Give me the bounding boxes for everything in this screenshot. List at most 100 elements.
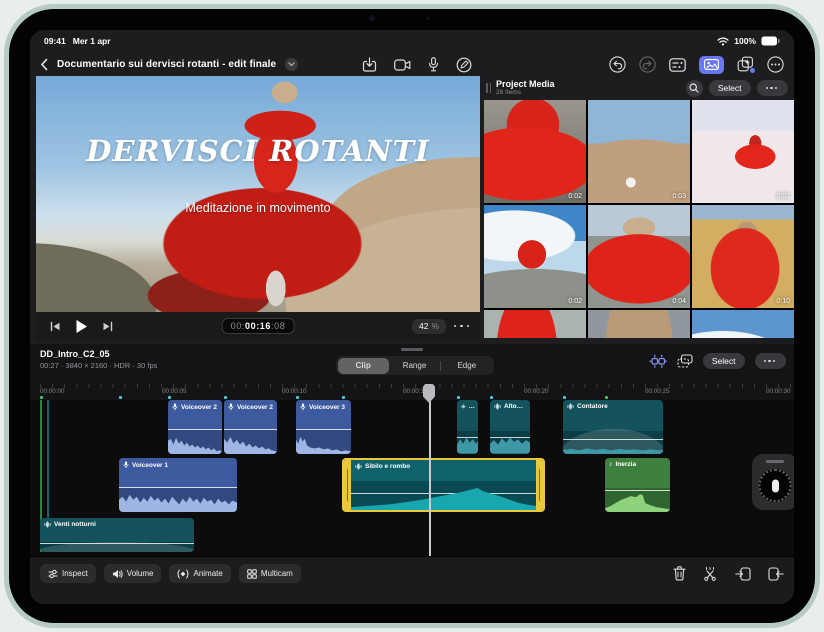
clip-duration: 0:04 bbox=[672, 298, 686, 305]
timecode-seconds: 00:16 bbox=[245, 321, 271, 331]
jog-wheel-dial[interactable] bbox=[759, 469, 792, 502]
viewer-more-button[interactable] bbox=[454, 325, 472, 328]
timeline-clip[interactable]: Voiceover 2 bbox=[168, 400, 222, 454]
media-browser-icon[interactable] bbox=[699, 56, 724, 74]
media-panel-header: Project Media 26 Items Select bbox=[484, 76, 794, 100]
media-item[interactable]: 0:04 bbox=[588, 205, 690, 308]
clip-label: Sibilo e rombo bbox=[365, 463, 410, 470]
title-menu-button[interactable] bbox=[285, 58, 298, 71]
trim-handle-left[interactable] bbox=[344, 460, 351, 510]
export-icon[interactable] bbox=[362, 57, 377, 73]
media-item[interactable]: 0:02 bbox=[484, 100, 586, 203]
clip-label: Voiceover 3 bbox=[309, 404, 345, 411]
ruler-label: 00:00:10 bbox=[282, 388, 307, 395]
transport-bar: 00:00:16:08 42% bbox=[36, 312, 480, 340]
media-item[interactable]: 0:03 bbox=[588, 100, 690, 203]
mode-clip[interactable]: Clip bbox=[338, 358, 389, 374]
timeline-clip[interactable]: Contatore bbox=[563, 400, 663, 454]
insert-clip-icon[interactable] bbox=[735, 567, 751, 581]
trash-icon[interactable] bbox=[673, 566, 686, 581]
viewer: DERVISCI ROTANTI Meditazione in moviment… bbox=[36, 76, 480, 312]
play-icon[interactable] bbox=[75, 319, 88, 334]
zoom-unit: % bbox=[431, 321, 439, 331]
skip-back-icon[interactable] bbox=[50, 321, 61, 332]
redo-icon[interactable] bbox=[639, 56, 656, 73]
clip-duration: 0:02 bbox=[776, 193, 790, 200]
media-item[interactable] bbox=[588, 310, 690, 338]
button-label: Volume bbox=[127, 569, 154, 578]
timeline-clip[interactable]: Voiceover 3 bbox=[296, 400, 351, 454]
inspect-button[interactable]: Inspect bbox=[40, 564, 96, 583]
timeline-clip-selected[interactable]: Sibilo e rombo bbox=[342, 458, 545, 512]
timeline-drag-handle[interactable] bbox=[401, 348, 423, 351]
jog-wheel-pointer bbox=[772, 479, 779, 492]
timeline-more-button[interactable] bbox=[755, 353, 787, 369]
more-icon[interactable] bbox=[767, 56, 784, 73]
media-more-button[interactable] bbox=[757, 80, 789, 96]
button-label: Animate bbox=[193, 569, 222, 578]
overlay-clip-icon[interactable] bbox=[677, 354, 693, 368]
inspector-panel-icon[interactable] bbox=[669, 58, 686, 72]
timeline-clip[interactable]: Voiceover 1 bbox=[119, 458, 237, 512]
undo-icon[interactable] bbox=[609, 56, 626, 73]
media-select-button[interactable]: Select bbox=[709, 80, 751, 96]
overwrite-clip-icon[interactable] bbox=[768, 567, 784, 581]
button-label: Multicam bbox=[261, 569, 293, 578]
mode-edge[interactable]: Edge bbox=[441, 358, 492, 374]
media-panel-count: 26 Items bbox=[496, 89, 555, 97]
clip-marker bbox=[224, 396, 227, 399]
multicam-button[interactable]: Multicam bbox=[239, 564, 301, 583]
timeline-clip[interactable]: ♪Inerzia bbox=[605, 458, 670, 512]
timeline-clip[interactable]: Alto… bbox=[490, 400, 530, 454]
jog-wheel[interactable] bbox=[752, 454, 794, 510]
pencil-icon[interactable] bbox=[456, 57, 472, 73]
camera-icon[interactable] bbox=[394, 59, 411, 71]
timeline-clip-name: DD_Intro_C2_05 bbox=[40, 349, 110, 359]
media-item[interactable]: 0:02 bbox=[484, 205, 586, 308]
timecode-frames: :08 bbox=[271, 321, 285, 331]
playhead[interactable] bbox=[429, 384, 431, 556]
volume-button[interactable]: Volume bbox=[104, 564, 162, 583]
timeline-clip[interactable]: Voiceover 2 bbox=[224, 400, 277, 454]
search-icon[interactable] bbox=[686, 80, 703, 97]
timeline-clip[interactable]: … bbox=[457, 400, 478, 454]
media-panel-title: Project Media bbox=[496, 79, 555, 89]
ruler-label: 00:00:00 bbox=[40, 388, 65, 395]
timeline-ruler[interactable]: 00:00:00 00:00:05 00:00:10 00:00:15 00:0… bbox=[30, 384, 794, 401]
ruler-label: 00:00:30 bbox=[766, 388, 791, 395]
skip-forward-icon[interactable] bbox=[102, 321, 113, 332]
video-preview bbox=[36, 76, 480, 312]
connect-clips-icon[interactable] bbox=[649, 354, 667, 369]
trim-handle-right[interactable] bbox=[536, 460, 543, 510]
media-item[interactable] bbox=[692, 310, 794, 338]
button-label: Inspect bbox=[62, 569, 88, 578]
clip-label: Inerzia bbox=[616, 461, 637, 468]
clip-label: Venti notturni bbox=[54, 521, 96, 528]
video-subtitle-overlay: Meditazione in movimento bbox=[36, 201, 480, 215]
timeline-clip[interactable]: Venti notturni bbox=[40, 518, 194, 552]
media-item[interactable] bbox=[484, 310, 586, 338]
panel-drag-handle[interactable] bbox=[486, 83, 491, 93]
clip-marker bbox=[40, 396, 43, 399]
battery-icon bbox=[761, 36, 780, 46]
timecode[interactable]: 00:00:16:08 bbox=[222, 318, 295, 334]
mode-range[interactable]: Range bbox=[389, 358, 440, 374]
mic-icon[interactable] bbox=[428, 57, 439, 72]
clip-marker bbox=[605, 396, 608, 399]
animate-button[interactable]: Animate bbox=[169, 564, 230, 583]
media-item[interactable]: 0:10 bbox=[692, 205, 794, 308]
effects-icon[interactable] bbox=[737, 56, 754, 73]
back-button[interactable] bbox=[40, 58, 48, 71]
jog-wheel-handle[interactable] bbox=[766, 460, 784, 463]
timeline-toolbar: Inspect Volume Animate Multicam bbox=[30, 556, 794, 604]
media-item[interactable]: 0:02 bbox=[692, 100, 794, 203]
zoom-level-button[interactable]: 42% bbox=[412, 319, 446, 334]
edit-mode-segmented-control: Clip Range Edge bbox=[336, 356, 494, 375]
timecode-hours: 00: bbox=[231, 321, 245, 331]
timeline-tracks[interactable]: Voiceover 2 Voiceover 2 Voiceover 3 … bbox=[30, 400, 794, 556]
timeline-select-button[interactable]: Select bbox=[703, 353, 745, 369]
split-clip-icon[interactable] bbox=[703, 566, 718, 581]
ruler-label: 00:00:20 bbox=[524, 388, 549, 395]
clip-marker bbox=[296, 396, 299, 399]
clip-marker bbox=[342, 396, 345, 399]
